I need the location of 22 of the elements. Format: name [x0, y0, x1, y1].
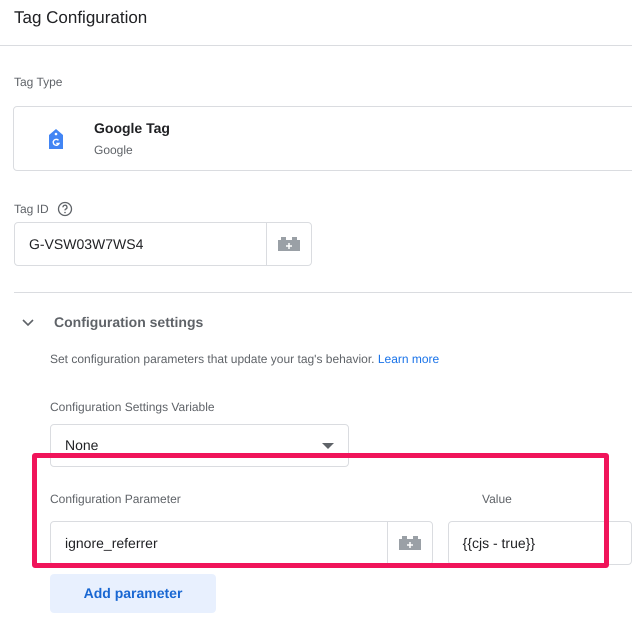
tag-icon: [48, 128, 64, 150]
help-icon[interactable]: [56, 201, 73, 217]
parameter-name-field[interactable]: ignore_referrer: [50, 521, 433, 565]
field-label: Tag Type: [14, 74, 62, 90]
panel-title: Tag Configuration: [14, 7, 148, 29]
section-description: Set configuration parameters that update your tag's behavior.: [50, 352, 374, 366]
dropdown-arrow-icon: [322, 442, 334, 448]
tag-type-card[interactable]: Google Tag Google: [13, 106, 632, 171]
section-title: Configuration settings: [54, 312, 204, 332]
tag-id-field[interactable]: G-VSW03W7WS4: [14, 222, 312, 266]
add-parameter-button[interactable]: Add parameter: [50, 574, 216, 613]
column-label: Value: [482, 491, 512, 507]
tag-type-vendor: Google: [94, 142, 134, 159]
column-label: Configuration Parameter: [50, 491, 182, 507]
field-label: Tag ID: [14, 201, 49, 217]
parameter-value-field[interactable]: {{cjs - true}}: [448, 521, 632, 565]
tag-type-name: Google Tag: [94, 119, 170, 138]
field-label: Configuration Settings Variable: [50, 399, 215, 415]
variable-icon[interactable]: [277, 236, 301, 252]
learn-more-link[interactable]: Learn more: [378, 352, 440, 366]
variable-icon[interactable]: [398, 535, 422, 551]
variable-dropdown[interactable]: None: [50, 424, 349, 467]
